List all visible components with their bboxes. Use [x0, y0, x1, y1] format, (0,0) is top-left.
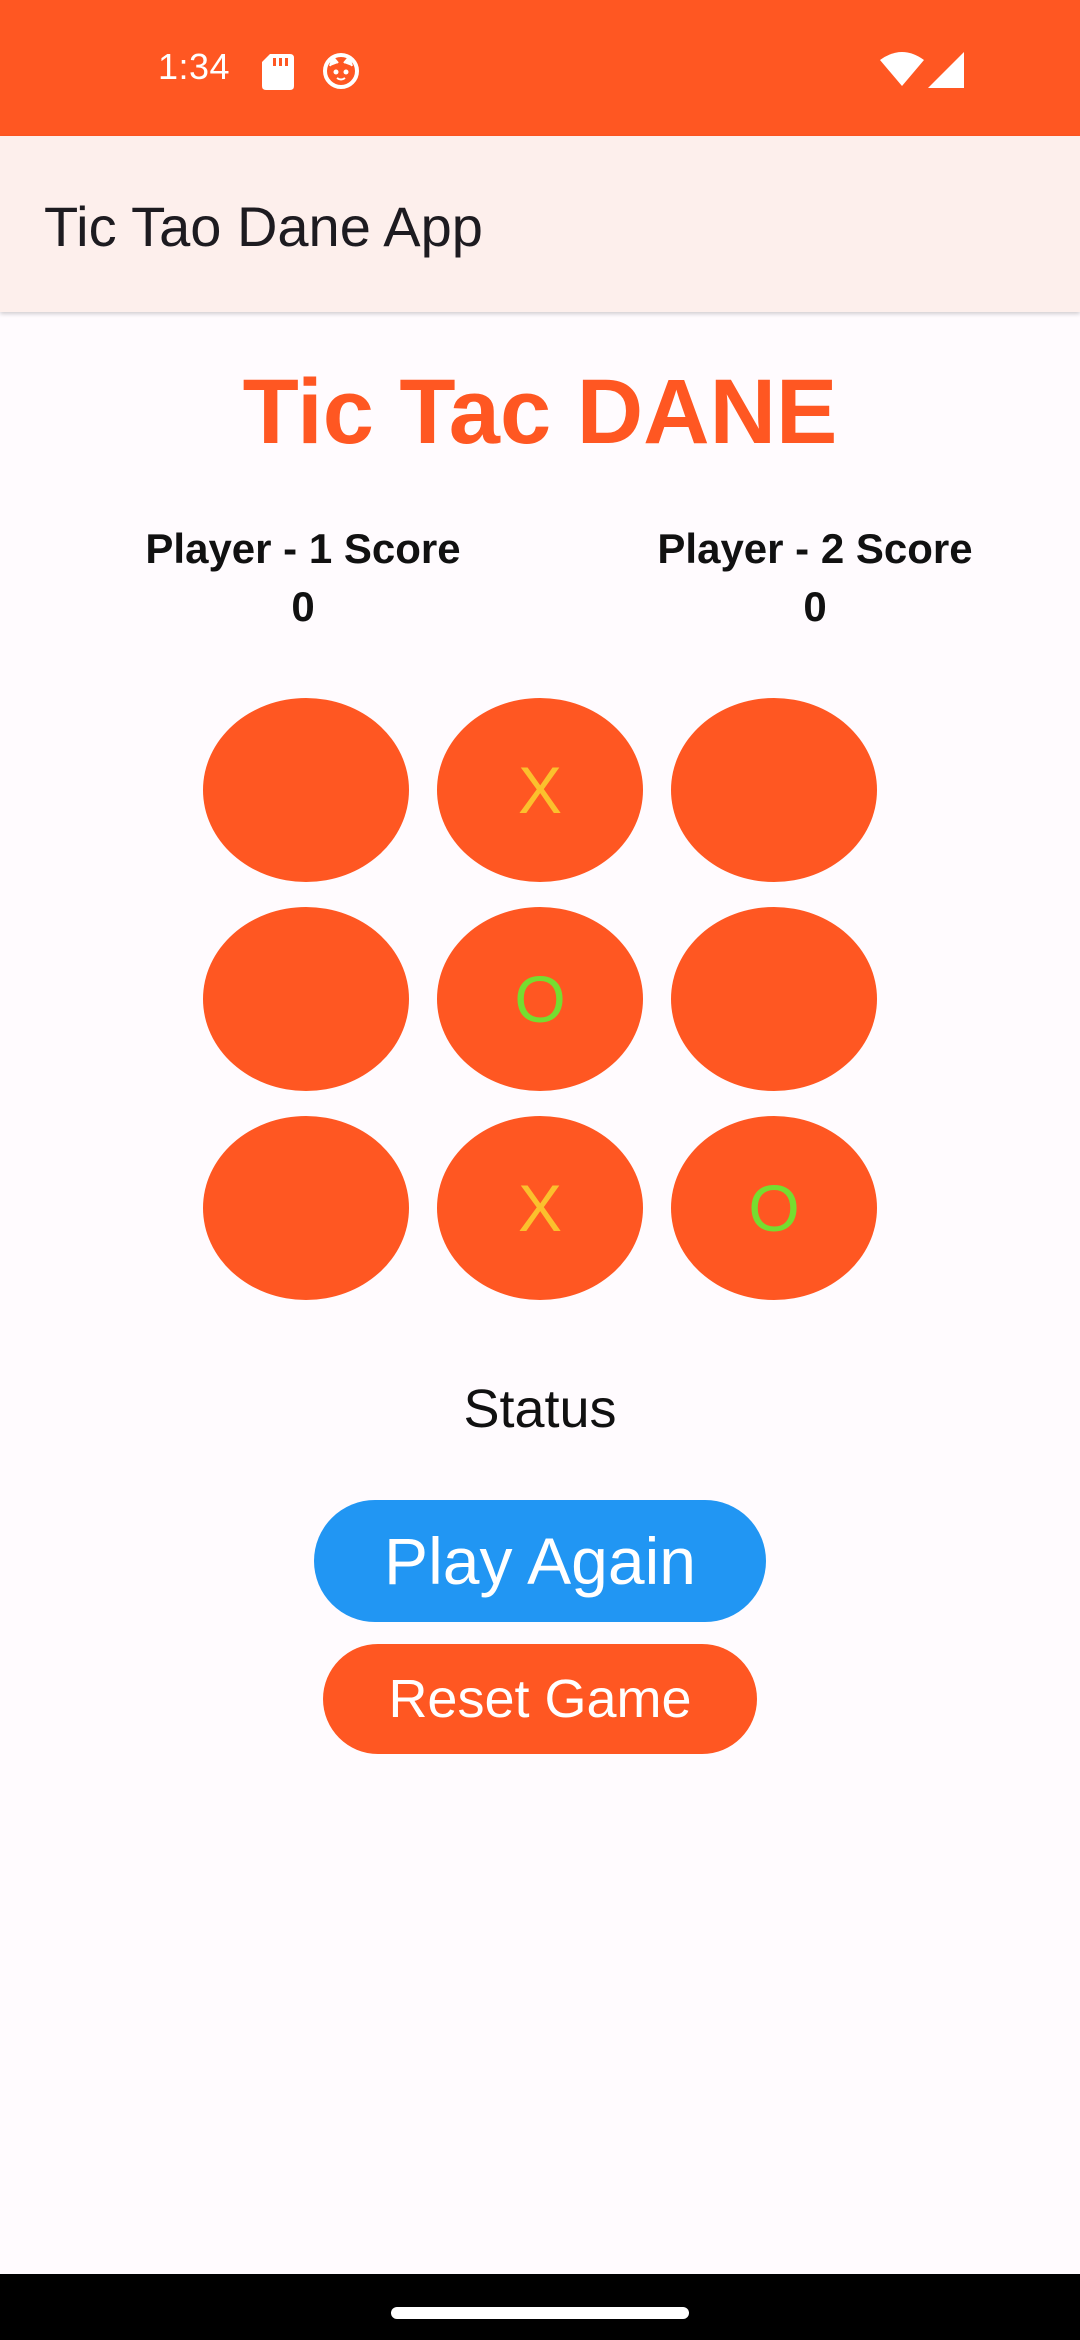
game-status-text: Status [463, 1379, 617, 1439]
status-time: 1:34 [158, 46, 231, 87]
board-cell-1[interactable] [203, 698, 409, 882]
player1-score-value: 0 [291, 583, 315, 630]
board-cell-7[interactable] [203, 1116, 409, 1300]
board-cell-4[interactable] [203, 907, 409, 1091]
player1-score-label: Player - 1 Score [145, 525, 461, 572]
sd-card-icon [262, 54, 294, 90]
reset-game-button[interactable]: Reset Game [323, 1644, 757, 1754]
cellular-signal-icon [928, 52, 964, 88]
board-cell-8[interactable]: X [437, 1116, 643, 1300]
app-screen: 1:34 Tic Tao Dane App Tic Tac DANE Playe… [0, 0, 1080, 2340]
app-bar-title: Tic Tao Dane App [44, 195, 483, 258]
board-cell-5[interactable]: O [437, 907, 643, 1091]
game-title: Tic Tac DANE [242, 361, 838, 463]
wifi-icon [880, 52, 924, 86]
player1-score: Player - 1 Score 0 [73, 520, 533, 636]
player2-score: Player - 2 Score 0 [585, 520, 1045, 636]
player2-score-label: Player - 2 Score [657, 525, 973, 572]
app-bar: Tic Tao Dane App [0, 136, 1080, 312]
home-gesture-handle[interactable] [391, 2307, 689, 2319]
player2-score-value: 0 [803, 583, 827, 630]
play-again-button[interactable]: Play Again [314, 1500, 766, 1622]
cat-notification-icon [323, 53, 359, 89]
board-cell-2[interactable]: X [437, 698, 643, 882]
status-bar: 1:34 [0, 0, 1080, 136]
board-cell-3[interactable] [671, 698, 877, 882]
board-cell-6[interactable] [671, 907, 877, 1091]
board-cell-9[interactable]: O [671, 1116, 877, 1300]
